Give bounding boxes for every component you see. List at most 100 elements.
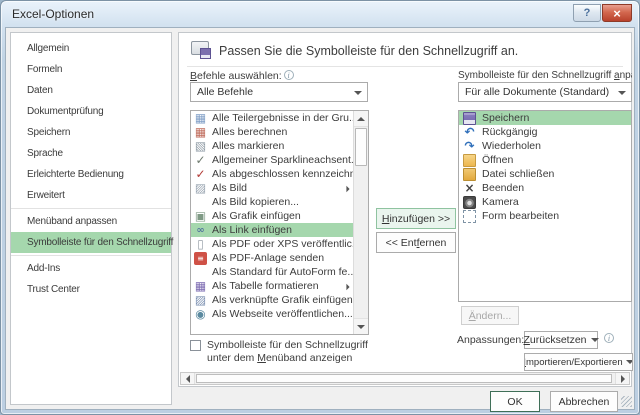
arrow-up-icon bbox=[357, 117, 365, 121]
list-item[interactable]: Als Webseite veröffentlichen... bbox=[191, 307, 353, 321]
qat-scope-dropdown[interactable]: Für alle Dokumente (Standard) bbox=[458, 82, 632, 102]
close-file-icon bbox=[463, 168, 476, 181]
checkbox-label-line2[interactable]: unter dem Menüband anzeigen bbox=[207, 352, 352, 364]
sidebar-item-allgemein[interactable]: Allgemein bbox=[11, 38, 171, 59]
chevron-down-icon bbox=[626, 360, 633, 364]
customizations-label: Anpassungen: bbox=[457, 334, 524, 346]
qat-item[interactable]: Datei schließen bbox=[459, 167, 631, 181]
header-divider bbox=[187, 66, 623, 67]
list-item[interactable]: Alle Teilergebnisse in der Gru... bbox=[191, 111, 353, 125]
add-button[interactable]: Hinzufügen >> bbox=[376, 208, 456, 229]
customize-qat-label: Symbolleiste für den Schnellzugriff anpa… bbox=[458, 70, 632, 81]
sidebar-item-symbolleiste-schnellzugriff[interactable]: Symbolleiste für den Schnellzugriff bbox=[11, 232, 171, 253]
show-qat-below-ribbon-checkbox[interactable] bbox=[190, 340, 201, 351]
close-button[interactable]: × bbox=[602, 4, 632, 22]
redo-icon bbox=[463, 140, 476, 153]
sidebar-item-speichern[interactable]: Speichern bbox=[11, 122, 171, 143]
modify-button[interactable]: Ändern... bbox=[461, 306, 519, 325]
qat-item[interactable]: Kamera bbox=[459, 195, 631, 209]
list-item[interactable]: Als verknüpfte Grafik einfügen bbox=[191, 293, 353, 307]
format-as-table-icon bbox=[194, 280, 207, 293]
pdf-attachment-icon bbox=[194, 252, 207, 265]
resize-grip[interactable] bbox=[621, 396, 632, 407]
paste-picture-icon bbox=[194, 210, 207, 223]
sidebar-item-trust-center[interactable]: Trust Center bbox=[11, 279, 171, 300]
title-bar[interactable]: Excel-Optionen ? × bbox=[1, 1, 639, 27]
commands-category-dropdown[interactable]: Alle Befehle bbox=[190, 82, 368, 102]
commands-category-value: Alle Befehle bbox=[197, 86, 253, 98]
sidebar-separator bbox=[11, 255, 171, 256]
list-item[interactable]: Als Bild bbox=[191, 181, 353, 195]
scroll-right-button[interactable] bbox=[615, 373, 629, 384]
chevron-down-icon bbox=[618, 91, 626, 95]
insert-as-link-icon bbox=[194, 224, 207, 237]
scrollbar-thumb[interactable] bbox=[196, 374, 612, 383]
help-button[interactable]: ? bbox=[573, 4, 601, 22]
qat-item[interactable]: Form bearbeiten bbox=[459, 209, 631, 223]
list-item[interactable]: Alles markieren bbox=[191, 139, 353, 153]
list-item-selected[interactable]: Als Link einfügen bbox=[191, 223, 353, 237]
sidebar-item-daten[interactable]: Daten bbox=[11, 80, 171, 101]
checkbox-label-line1[interactable]: Symbolleiste für den Schnellzugriff bbox=[207, 339, 368, 351]
qat-item[interactable]: Wiederholen bbox=[459, 139, 631, 153]
list-item[interactable]: Als PDF-Anlage senden bbox=[191, 251, 353, 265]
ok-button[interactable]: OK bbox=[490, 391, 540, 412]
scroll-up-button[interactable] bbox=[354, 111, 368, 127]
reset-dropdown-button[interactable]: Zurücksetzen bbox=[524, 331, 598, 349]
list-item[interactable]: Als Standard für AutoForm fe... bbox=[191, 265, 353, 279]
info-icon[interactable]: i bbox=[284, 70, 294, 80]
save-icon bbox=[463, 112, 476, 125]
help-icon: ? bbox=[584, 7, 591, 19]
publish-pdf-xps-icon bbox=[194, 238, 207, 251]
arrow-right-icon bbox=[621, 375, 625, 383]
sidebar-item-formeln[interactable]: Formeln bbox=[11, 59, 171, 80]
qat-item[interactable]: Rückgängig bbox=[459, 125, 631, 139]
qat-item-selected[interactable]: Speichern bbox=[459, 111, 631, 125]
page-title: Passen Sie die Symbolleiste für den Schn… bbox=[219, 44, 518, 58]
sidebar-item-menueband-anpassen[interactable]: Menüband anpassen bbox=[11, 211, 171, 232]
list-item[interactable]: Als Bild kopieren... bbox=[191, 195, 353, 209]
chevron-down-icon bbox=[354, 91, 362, 95]
cancel-button[interactable]: Abbrechen bbox=[550, 391, 618, 412]
list-item[interactable]: Als PDF oder XPS veröffentlic... bbox=[191, 237, 353, 251]
remove-button[interactable]: << Entfernen bbox=[376, 232, 456, 253]
no-icon bbox=[194, 196, 207, 209]
list-item[interactable]: Als Grafik einfügen bbox=[191, 209, 353, 223]
commands-list-scrollbar[interactable] bbox=[353, 111, 368, 334]
list-item[interactable]: Alles berechnen bbox=[191, 125, 353, 139]
list-item[interactable]: Allgemeiner Sparklineachsent... bbox=[191, 153, 353, 167]
info-icon[interactable]: i bbox=[604, 333, 614, 343]
customize-qat-icon bbox=[191, 41, 211, 59]
sidebar-item-erleichterte-bedienung[interactable]: Erleichterte Bedienung bbox=[11, 164, 171, 185]
scroll-left-button[interactable] bbox=[181, 373, 195, 384]
scrollbar-thumb[interactable] bbox=[355, 128, 367, 166]
all-commands-list: Alle Teilergebnisse in der Gru... Alles … bbox=[190, 110, 369, 335]
qat-item[interactable]: Beenden bbox=[459, 181, 631, 195]
list-item[interactable]: Als Tabelle formatieren bbox=[191, 279, 353, 293]
subtotals-icon bbox=[194, 112, 207, 125]
sidebar-separator bbox=[11, 208, 171, 209]
sidebar-item-add-ins[interactable]: Add-Ins bbox=[11, 258, 171, 279]
chevron-down-icon bbox=[591, 338, 599, 342]
window-title: Excel-Optionen bbox=[12, 7, 94, 21]
page-horizontal-scrollbar[interactable] bbox=[180, 372, 630, 385]
camera-icon bbox=[463, 196, 476, 209]
arrow-left-icon bbox=[186, 375, 190, 383]
no-icon bbox=[194, 266, 207, 279]
qat-items-list: Speichern Rückgängig Wiederholen Öffnen … bbox=[458, 110, 632, 302]
choose-commands-label: Befehle auswählen:i bbox=[190, 70, 294, 82]
qat-item[interactable]: Öffnen bbox=[459, 153, 631, 167]
sidebar-item-sprache[interactable]: Sprache bbox=[11, 143, 171, 164]
mark-complete-icon bbox=[194, 168, 207, 181]
sidebar-item-erweitert[interactable]: Erweitert bbox=[11, 185, 171, 206]
import-export-dropdown-button[interactable]: Importieren/Exportieren bbox=[524, 353, 633, 371]
exit-icon bbox=[463, 182, 476, 195]
close-icon: × bbox=[613, 7, 621, 20]
excel-options-dialog: Excel-Optionen ? × Allgemein Formeln Dat… bbox=[0, 0, 640, 415]
dialog-body: Allgemein Formeln Daten Dokumentprüfung … bbox=[5, 27, 635, 410]
sidebar-item-dokumentpruefung[interactable]: Dokumentprüfung bbox=[11, 101, 171, 122]
list-item[interactable]: Als abgeschlossen kennzeichn... bbox=[191, 167, 353, 181]
calculate-all-icon bbox=[194, 126, 207, 139]
open-folder-icon bbox=[463, 154, 476, 167]
scroll-down-button[interactable] bbox=[354, 318, 368, 334]
